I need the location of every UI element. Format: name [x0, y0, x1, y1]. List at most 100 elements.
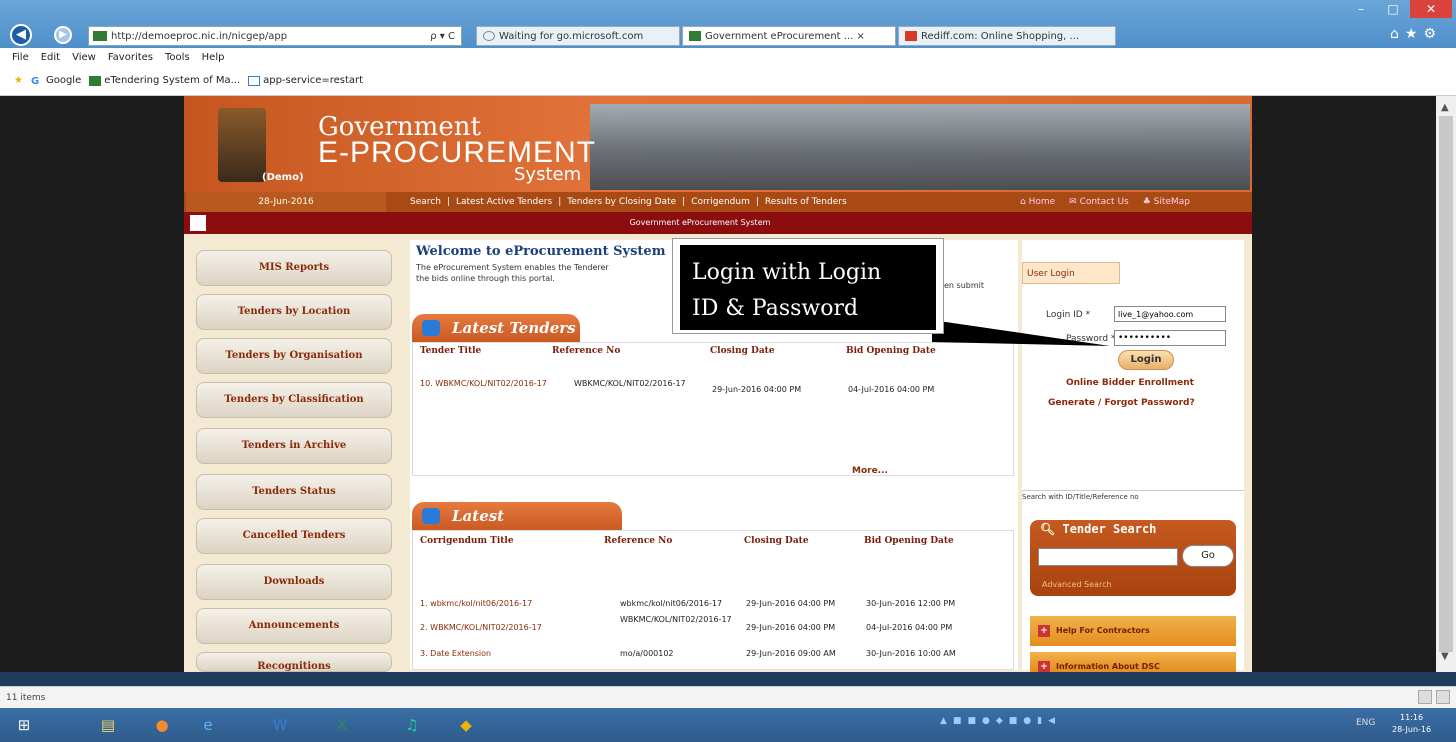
nav-corrigendum[interactable]: Corrigendum — [691, 192, 750, 212]
sidebar-downloads[interactable]: Downloads — [196, 564, 392, 600]
go-button[interactable]: Go — [1182, 545, 1234, 567]
forgot-password-link[interactable]: Generate / Forgot Password? — [1048, 398, 1195, 408]
nav-closing-date[interactable]: Tenders by Closing Date — [567, 192, 676, 212]
tiles-view-icon[interactable] — [1436, 690, 1450, 704]
sidebar-tenders-classification[interactable]: Tenders by Classification — [196, 382, 392, 418]
latest-tenders-header: Latest Tenders — [412, 314, 580, 342]
enrollment-link[interactable]: Online Bidder Enrollment — [1066, 378, 1194, 388]
corr-row1-title[interactable]: 1. wbkmc/kol/nit06/2016-17 — [420, 598, 532, 609]
close-button[interactable]: ✕ — [1410, 0, 1452, 18]
excel-icon[interactable]: X — [324, 712, 360, 738]
corr-row1-opening: 30-Jun-2016 12:00 PM — [866, 599, 956, 608]
home-link[interactable]: ⌂ Home — [1020, 192, 1055, 212]
advanced-search-link[interactable]: Advanced Search — [1042, 580, 1112, 589]
details-view-icon[interactable] — [1418, 690, 1432, 704]
home-icon[interactable]: ⌂ — [1390, 26, 1405, 42]
callout-box: Login with Login ID & Password — [680, 245, 936, 330]
fav-etendering[interactable]: eTendering System of Ma... — [89, 75, 240, 86]
scroll-up-icon[interactable]: ▲ — [1441, 102, 1449, 113]
favorites-star-icon[interactable]: ★ — [14, 75, 23, 86]
tender-row-opening: 04-Jul-2016 04:00 PM — [848, 385, 935, 394]
tray-icon[interactable]: ● — [1023, 716, 1031, 726]
sidebar-tenders-status[interactable]: Tenders Status — [196, 474, 392, 510]
tab-eprocurement[interactable]: Government eProcurement ... × — [682, 26, 896, 46]
home-icon: ⌂ — [1020, 197, 1029, 207]
sidebar-tenders-location[interactable]: Tenders by Location — [196, 294, 392, 330]
col-tender-title: Tender Title — [420, 346, 482, 356]
maximize-button[interactable]: □ — [1378, 0, 1408, 18]
menu-view[interactable]: View — [72, 52, 96, 63]
nav-search[interactable]: Search — [410, 192, 441, 212]
sidebar-mis-reports[interactable]: MIS Reports — [196, 250, 392, 286]
nav-latest-active[interactable]: Latest Active Tenders — [456, 192, 552, 212]
tray-icon[interactable]: ■ — [953, 716, 962, 726]
fav-app-service[interactable]: app-service=restart — [248, 75, 363, 86]
headphones-icon[interactable]: ♫ — [394, 712, 430, 738]
tray-icon[interactable]: ■ — [1009, 716, 1018, 726]
tab-label: Government eProcurement ... × — [705, 30, 865, 42]
start-icon[interactable]: ⊞ — [6, 712, 42, 738]
tender-search-input[interactable] — [1038, 548, 1178, 566]
contact-link[interactable]: ✉ Contact Us — [1069, 192, 1129, 212]
menu-file[interactable]: File — [12, 52, 29, 63]
corr-row3-opening: 30-Jun-2016 10:00 AM — [866, 649, 956, 658]
address-controls[interactable]: ρ ▾ C — [430, 31, 455, 42]
tab-label: Waiting for go.microsoft.com — [499, 30, 644, 42]
sidebar-cancelled-tenders[interactable]: Cancelled Tenders — [196, 518, 392, 554]
page-icon[interactable] — [190, 215, 206, 231]
minimize-button[interactable]: – — [1346, 0, 1376, 18]
sitemap-link[interactable]: ♣ SiteMap — [1143, 192, 1190, 212]
login-button[interactable]: Login — [1118, 350, 1174, 370]
tray-icon[interactable]: ▲ — [940, 716, 947, 726]
corr-row2-title[interactable]: 2. WBKMC/KOL/NIT02/2016-17 — [420, 622, 542, 633]
menu-edit[interactable]: Edit — [41, 52, 60, 63]
sidebar-tenders-archive[interactable]: Tenders in Archive — [196, 428, 392, 464]
menu-tools[interactable]: Tools — [165, 52, 190, 63]
sidebar-tenders-organisation[interactable]: Tenders by Organisation — [196, 338, 392, 374]
fav-google[interactable]: G Google — [31, 75, 81, 87]
file-explorer-icon[interactable]: ▤ — [90, 712, 126, 738]
fav-label: eTendering System of Ma... — [104, 75, 241, 86]
user-login-tab[interactable]: User Login — [1022, 262, 1120, 284]
password-input[interactable] — [1114, 330, 1226, 346]
sidebar-announcements[interactable]: Announcements — [196, 608, 392, 644]
back-button[interactable]: ◀ — [10, 24, 32, 46]
scroll-thumb[interactable] — [1439, 116, 1453, 652]
language-indicator[interactable]: ENG — [1356, 718, 1375, 728]
forward-button[interactable]: ▶ — [54, 26, 72, 44]
corrigendum-header-icon — [422, 508, 440, 524]
menu-help[interactable]: Help — [202, 52, 225, 63]
menu-favorites[interactable]: Favorites — [108, 52, 153, 63]
firefox-icon[interactable]: ● — [144, 712, 180, 738]
nav-results[interactable]: Results of Tenders — [765, 192, 847, 212]
corr-row2-opening: 04-Jul-2016 04:00 PM — [866, 623, 953, 632]
tray-icon[interactable]: ◆ — [996, 716, 1003, 726]
sidebar-recognitions[interactable]: Recognitions — [196, 652, 392, 672]
tender-row-title[interactable]: 10. WBKMC/KOL/NIT02/2016-17 — [420, 378, 570, 389]
more-link[interactable]: More... — [852, 466, 888, 476]
tender-search-title: 🔍︎ Tender Search — [1040, 522, 1156, 536]
scroll-down-icon[interactable]: ▼ — [1441, 651, 1449, 662]
word-icon[interactable]: W — [262, 712, 298, 738]
tab-waiting[interactable]: Waiting for go.microsoft.com — [476, 26, 680, 46]
gear-icon[interactable]: ⚙ — [1423, 26, 1442, 42]
tray-icon[interactable]: ■ — [967, 716, 976, 726]
internet-explorer-icon[interactable]: e — [190, 712, 226, 738]
vertical-scrollbar[interactable]: ▲ ▼ — [1436, 96, 1456, 672]
network-icon[interactable]: ▮ — [1037, 716, 1042, 726]
callout-line2: ID & Password — [692, 296, 859, 321]
login-id-input[interactable] — [1114, 306, 1226, 322]
help-contractors[interactable]: Help For Contractors — [1030, 616, 1236, 646]
sitemap-icon: ♣ — [1142, 197, 1154, 207]
address-bar[interactable]: http://demoeproc.nic.in/nicgep/app ρ ▾ C — [88, 26, 462, 46]
volume-icon[interactable]: ◀ — [1048, 716, 1055, 726]
taskbar-clock[interactable]: 11:16 28-Jun-16 — [1392, 712, 1431, 736]
info-dsc[interactable]: Information About DSC — [1030, 652, 1236, 672]
app-icon[interactable]: ◆ — [448, 712, 484, 738]
tab-rediff[interactable]: Rediff.com: Online Shopping, ... — [898, 26, 1116, 46]
clock-date: 28-Jun-16 — [1392, 725, 1432, 734]
tray-icon[interactable]: ● — [982, 716, 990, 726]
corr-row3-title[interactable]: 3. Date Extension — [420, 648, 491, 659]
nav-separator: | — [558, 197, 562, 207]
star-icon[interactable]: ★ — [1405, 26, 1424, 42]
